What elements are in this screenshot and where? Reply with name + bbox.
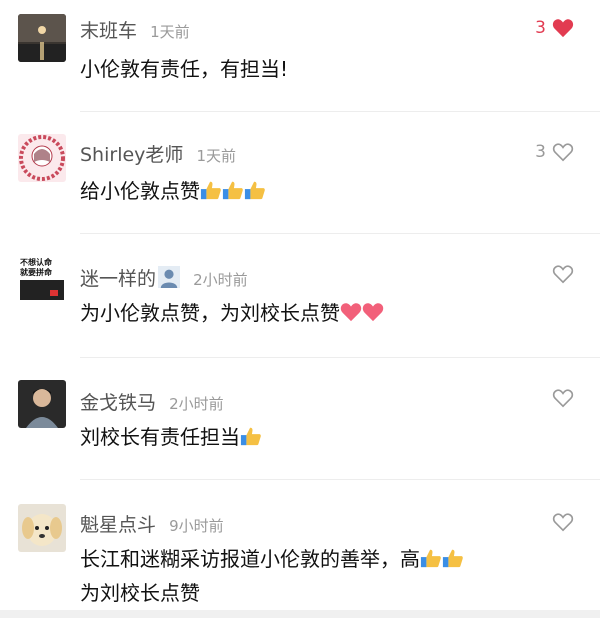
username[interactable]: 迷一样的	[80, 268, 156, 290]
comment-text: 给小伦敦点赞	[80, 174, 266, 208]
name-line: 魁星点斗 9小时前	[80, 510, 224, 537]
floral-portrait-avatar-icon	[18, 134, 66, 182]
heart-outline-icon	[552, 265, 574, 284]
avatar-text: 就要拼命	[20, 267, 52, 277]
username[interactable]: Shirley老师	[80, 144, 183, 166]
username[interactable]: 魁星点斗	[80, 514, 156, 536]
like-button[interactable]	[546, 512, 574, 532]
thumbs-up-icon	[420, 547, 442, 571]
bottom-edge	[0, 610, 600, 618]
name-line: 迷一样的 2小时前	[80, 264, 248, 291]
heart-emoji-icon	[340, 301, 362, 325]
text-poster-avatar-icon: 不想认命 就要拼命	[18, 256, 66, 304]
like-count: 3	[535, 18, 546, 38]
puppy-avatar-icon	[18, 504, 66, 552]
comment-item: Shirley老师 1天前 3 给小伦敦点赞	[0, 112, 600, 234]
comment-item: 魁星点斗 9小时前 长江和迷糊采访报道小伦敦的善举，高 为刘校长点赞	[0, 480, 600, 610]
avatar[interactable]	[18, 380, 66, 428]
username[interactable]: 末班车	[80, 20, 137, 42]
thumbs-up-icon	[222, 179, 244, 203]
timestamp: 9小时前	[169, 517, 224, 535]
heart-emoji-icon	[362, 301, 384, 325]
thumbs-up-icon	[240, 425, 262, 449]
like-button[interactable]	[546, 264, 574, 284]
heart-outline-icon	[552, 143, 574, 162]
comment-text-body: 给小伦敦点赞	[80, 179, 200, 203]
avatar-text: 不想认命	[20, 257, 52, 267]
name-line: 末班车 1天前	[80, 16, 190, 43]
like-button[interactable]: 3	[535, 142, 574, 162]
timestamp: 2小时前	[169, 395, 224, 413]
person-silhouette-icon	[156, 266, 181, 289]
name-line: Shirley老师 1天前	[80, 140, 236, 167]
avatar[interactable]: 不想认命 就要拼命	[18, 256, 66, 304]
avatar[interactable]	[18, 134, 66, 182]
thumbs-up-icon	[200, 179, 222, 203]
username[interactable]: 金戈铁马	[80, 392, 156, 414]
name-line: 金戈铁马 2小时前	[80, 388, 224, 415]
timestamp: 1天前	[196, 147, 237, 165]
heart-outline-icon	[552, 389, 574, 408]
comment-text: 为小伦敦点赞，为刘校长点赞	[80, 296, 384, 330]
comment-text: 长江和迷糊采访报道小伦敦的善举，高	[80, 542, 464, 576]
comment-text-body: 长江和迷糊采访报道小伦敦的善举，高	[80, 547, 420, 571]
avatar[interactable]	[18, 14, 66, 62]
comment-text: 刘校长有责任担当	[80, 420, 262, 454]
comment-item: 金戈铁马 2小时前 刘校长有责任担当	[0, 358, 600, 480]
comment-text: 小伦敦有责任，有担当!	[80, 57, 289, 81]
like-button[interactable]	[546, 388, 574, 408]
timestamp: 2小时前	[193, 271, 248, 289]
sunset-avatar-icon	[18, 14, 66, 62]
comment-text-body: 刘校长有责任担当	[80, 425, 240, 449]
thumbs-up-icon	[244, 179, 266, 203]
comment-item: 末班车 1天前 3 小伦敦有责任，有担当!	[0, 0, 600, 112]
like-count: 3	[535, 142, 546, 162]
thumbs-up-icon	[442, 547, 464, 571]
timestamp: 1天前	[150, 23, 190, 41]
heart-outline-icon	[552, 513, 574, 532]
heart-filled-icon	[552, 19, 574, 38]
avatar[interactable]	[18, 504, 66, 552]
comment-text-body: 为小伦敦点赞，为刘校长点赞	[80, 301, 340, 325]
like-button[interactable]: 3	[535, 18, 574, 38]
person-avatar-icon	[18, 380, 66, 428]
comment-item: 不想认命 就要拼命 迷一样的 2小时前 为小伦敦点赞，为刘校长点赞	[0, 234, 600, 358]
comment-text-line2: 为刘校长点赞	[80, 581, 200, 605]
